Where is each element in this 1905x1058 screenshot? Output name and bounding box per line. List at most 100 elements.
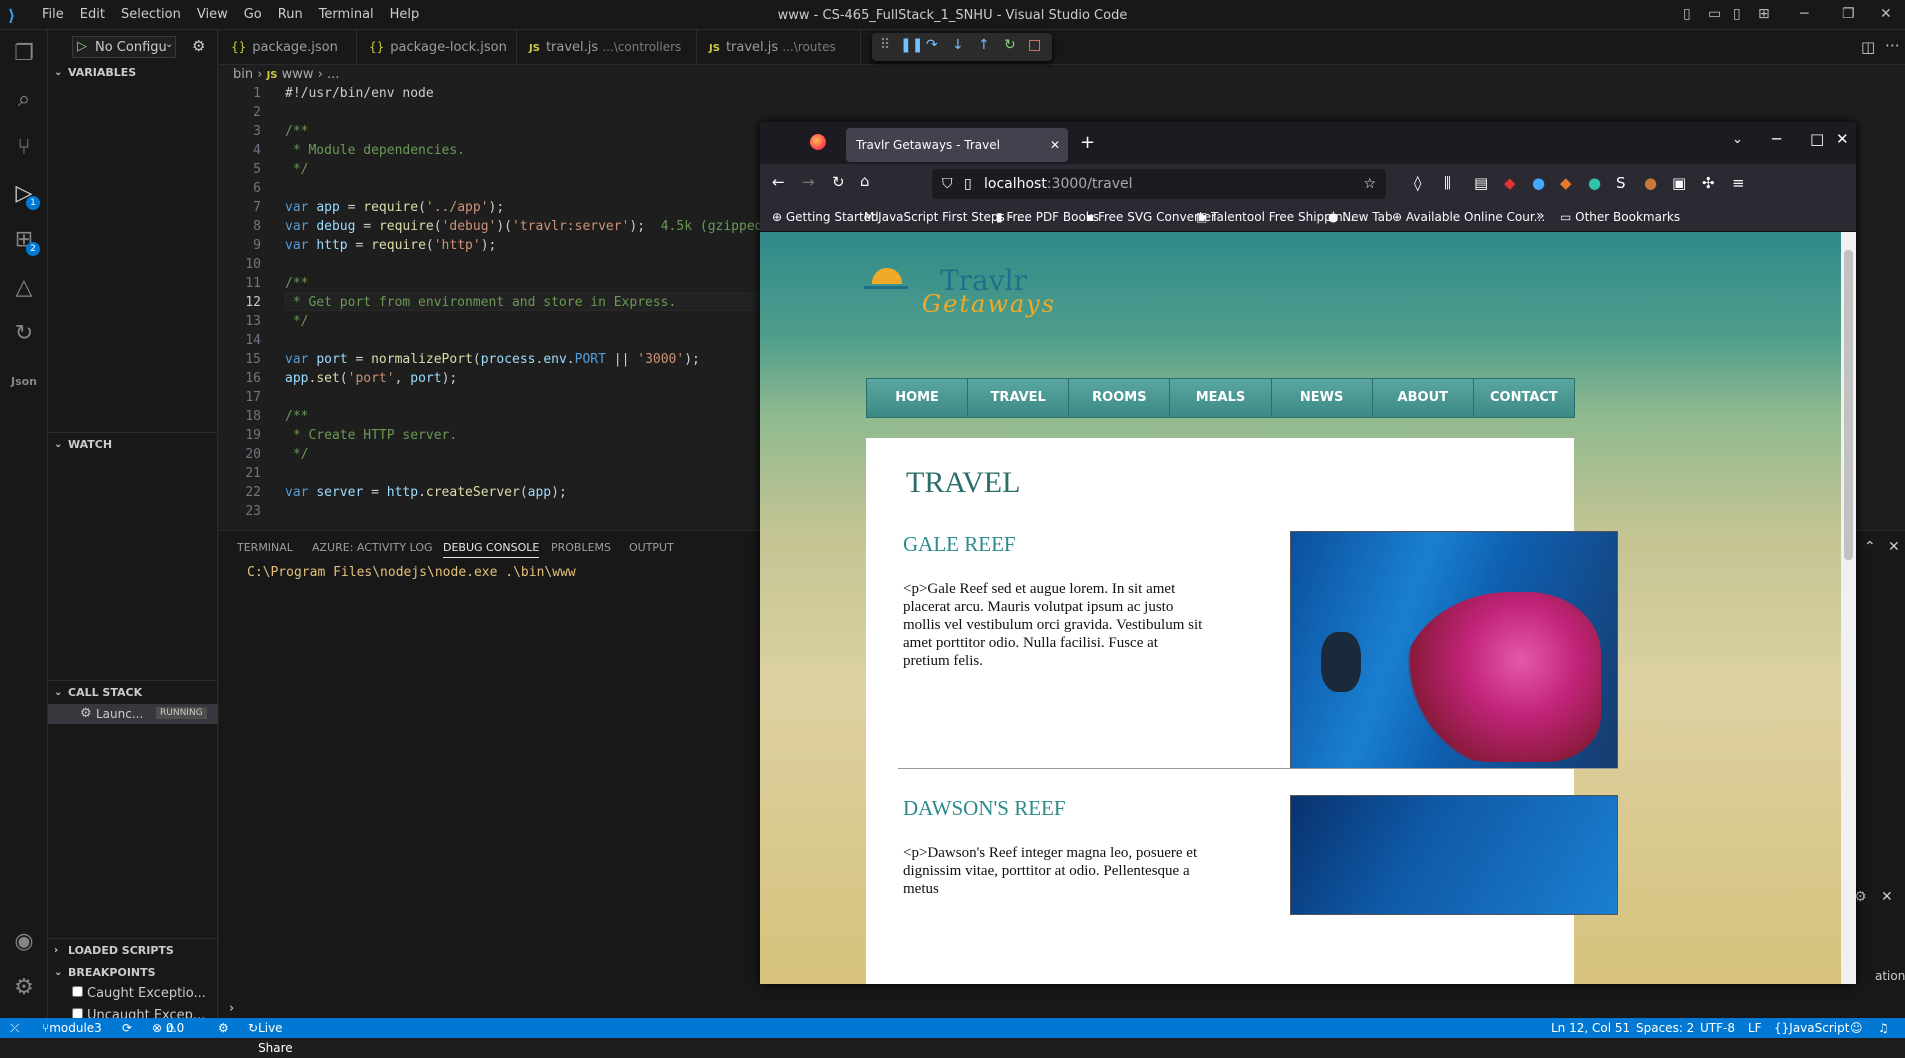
breadcrumb-file[interactable]: www [282,67,314,82]
close-tab-icon[interactable]: ✕ [1050,128,1060,162]
tab-package-json[interactable]: {} package.json [219,30,357,65]
nav-meals[interactable]: MEALS [1170,379,1272,417]
variables-section[interactable]: ⌄ VARIABLES [48,62,218,84]
nav-contact[interactable]: CONTACT [1474,379,1574,417]
cursor-position[interactable]: Ln 12, Col 51 [1551,1018,1630,1038]
more-bookmarks-icon[interactable]: » [1536,208,1545,224]
live-share-icon[interactable]: ↻ [10,320,38,348]
breakpoint-caught-exceptions[interactable]: Caught Exceptio... [72,986,206,1001]
code-editor[interactable]: 1 #!/usr/bin/env node 2 3/** 4 * Module d… [219,86,805,526]
bookmark-available-online-courses[interactable]: ⊕ Available Online Cour... [1392,210,1545,224]
toggle-sidebar-icon[interactable]: ▯ [1683,6,1691,22]
step-out-icon[interactable]: ↑ [978,37,990,53]
sync-icon[interactable]: ⟳ [122,1018,132,1038]
toggle-secondary-sidebar-icon[interactable]: ▯ [1733,6,1741,22]
tab-azure-activity-log[interactable]: AZURE: ACTIVITY LOG [312,541,433,554]
pocket-icon[interactable]: ◊ [1414,174,1421,192]
callstack-section[interactable]: ⌄ CALL STACK [48,682,218,704]
cookie-icon[interactable]: ● [1644,174,1657,192]
minimize-icon[interactable]: ─ [1800,6,1808,22]
tab-terminal[interactable]: TERMINAL [237,541,293,554]
tab-output[interactable]: OUTPUT [629,541,674,554]
shield-icon[interactable]: ⛉ [942,169,953,199]
back-icon[interactable]: ← [772,173,785,191]
feedback-icon[interactable]: ☺ [1850,1018,1863,1038]
search-icon[interactable]: ⌕ [10,86,38,114]
callstack-item[interactable]: ⚙ Launc... RUNNING [48,704,218,724]
indentation[interactable]: Spaces: 2 [1636,1018,1694,1038]
accounts-icon[interactable]: ◉ [10,928,38,956]
run-config-select[interactable]: ▷ No Configu ⌄ [72,36,176,58]
extension-mask-icon[interactable]: ▣ [1672,174,1686,192]
customize-layout-icon[interactable]: ⊞ [1758,6,1770,22]
forward-icon[interactable]: → [802,173,815,191]
start-debugging-icon[interactable]: ▷ [77,39,87,54]
branch-item[interactable]: ⑂ module3 [42,1018,102,1038]
sidebar-icon[interactable]: ▤ [1474,174,1488,192]
grammarly-icon[interactable]: ● [1588,174,1601,192]
extension-color-icon[interactable]: ● [1532,174,1545,192]
watch-section[interactable]: ⌄ WATCH [48,434,218,456]
run-debug-icon[interactable]: ▷ 1 [10,180,40,210]
maximize-icon[interactable]: □ [1810,130,1824,148]
tab-debug-console[interactable]: DEBUG CONSOLE [443,541,540,558]
more-actions-icon[interactable]: ⋯ [1885,36,1900,54]
extension-s-icon[interactable]: S [1616,174,1626,192]
manage-gear-icon[interactable]: ⚙ [10,974,38,1002]
tab-travel-controllers[interactable]: JS travel.js ...\controllers [517,30,697,65]
stop-icon[interactable]: □ [1028,37,1041,53]
console-prompt-icon[interactable]: › [229,1001,234,1016]
live-share-item[interactable]: ↻ Live Share [248,1018,293,1055]
nav-travel[interactable]: TRAVEL [968,379,1070,417]
menu-hamburger-icon[interactable]: ≡ [1732,174,1745,192]
extensions-icon[interactable]: ✣ [1702,174,1715,192]
bookmark-getting-started[interactable]: ⊕ Getting Started [772,210,879,224]
nav-rooms[interactable]: ROOMS [1069,379,1171,417]
breadcrumb-folder[interactable]: bin [233,67,253,82]
restart-icon[interactable]: ↻ [1004,37,1016,53]
notifications-bell-icon[interactable]: ♫ [1878,1018,1889,1038]
language-mode[interactable]: {} JavaScript [1774,1018,1849,1038]
list-tabs-icon[interactable]: ⌄ [1732,132,1743,147]
explorer-icon[interactable]: ❐ [10,40,38,68]
bookmark-new-tab[interactable]: ● New Tab [1328,210,1393,224]
page-info-icon[interactable]: ▯ [964,169,972,199]
problems-item[interactable]: ⊗ 0 ⚠ 0 [152,1018,184,1038]
azure-icon[interactable]: △ [10,274,38,302]
extensions-icon[interactable]: ⊞ 2 [10,226,40,256]
step-over-icon[interactable]: ↷ [926,37,938,53]
source-control-icon[interactable]: ⑂ [10,134,38,162]
bookmark-other-bookmarks[interactable]: ▭ Other Bookmarks [1560,210,1680,224]
bookmark-star-icon[interactable]: ☆ [1363,169,1376,199]
ublock-icon[interactable]: ◆ [1504,174,1516,192]
loaded-scripts-section[interactable]: › LOADED SCRIPTS [48,940,218,962]
breadcrumb-symbol[interactable]: ... [327,67,339,82]
restore-icon[interactable]: ❐ [1842,6,1855,22]
minimize-icon[interactable]: ─ [1772,130,1781,148]
page-scrollbar-thumb[interactable] [1844,250,1853,560]
nav-news[interactable]: NEWS [1272,379,1373,417]
step-into-icon[interactable]: ↓ [952,37,964,53]
nav-about[interactable]: ABOUT [1373,379,1474,417]
url-bar[interactable]: ⛉ ▯ localhost:3000/travel ☆ [932,169,1386,199]
bookmark-free-pdf-books[interactable]: ▮ Free PDF Books [996,210,1099,224]
browser-tab[interactable]: Travlr Getaways - Travel ✕ [846,128,1068,162]
close-icon[interactable]: ✕ [1836,130,1849,148]
maximize-panel-icon[interactable]: ⌃ [1864,539,1876,555]
new-tab-icon[interactable]: + [1080,132,1095,153]
toggle-panel-icon[interactable]: ▭ [1708,6,1721,22]
encoding[interactable]: UTF-8 [1700,1018,1735,1038]
tab-travel-routes[interactable]: JS travel.js ...\routes [697,30,861,65]
tab-problems[interactable]: PROBLEMS [551,541,611,554]
end-of-line[interactable]: LF [1748,1018,1762,1038]
metamask-icon[interactable]: ◆ [1560,174,1572,192]
nav-home[interactable]: HOME [867,379,969,417]
remote-icon[interactable]: ⤫ [10,1018,20,1038]
breakpoints-section[interactable]: ⌄ BREAKPOINTS [48,962,218,984]
checkbox[interactable] [72,986,83,997]
split-editor-icon[interactable]: ◫ [1861,38,1875,56]
close-panel-icon[interactable]: ✕ [1888,539,1900,555]
debug-settings-gear-icon[interactable]: ⚙ [192,37,205,55]
debug-status-icon[interactable]: ⚙ [218,1018,229,1038]
pause-icon[interactable]: ❚❚ [900,37,923,53]
